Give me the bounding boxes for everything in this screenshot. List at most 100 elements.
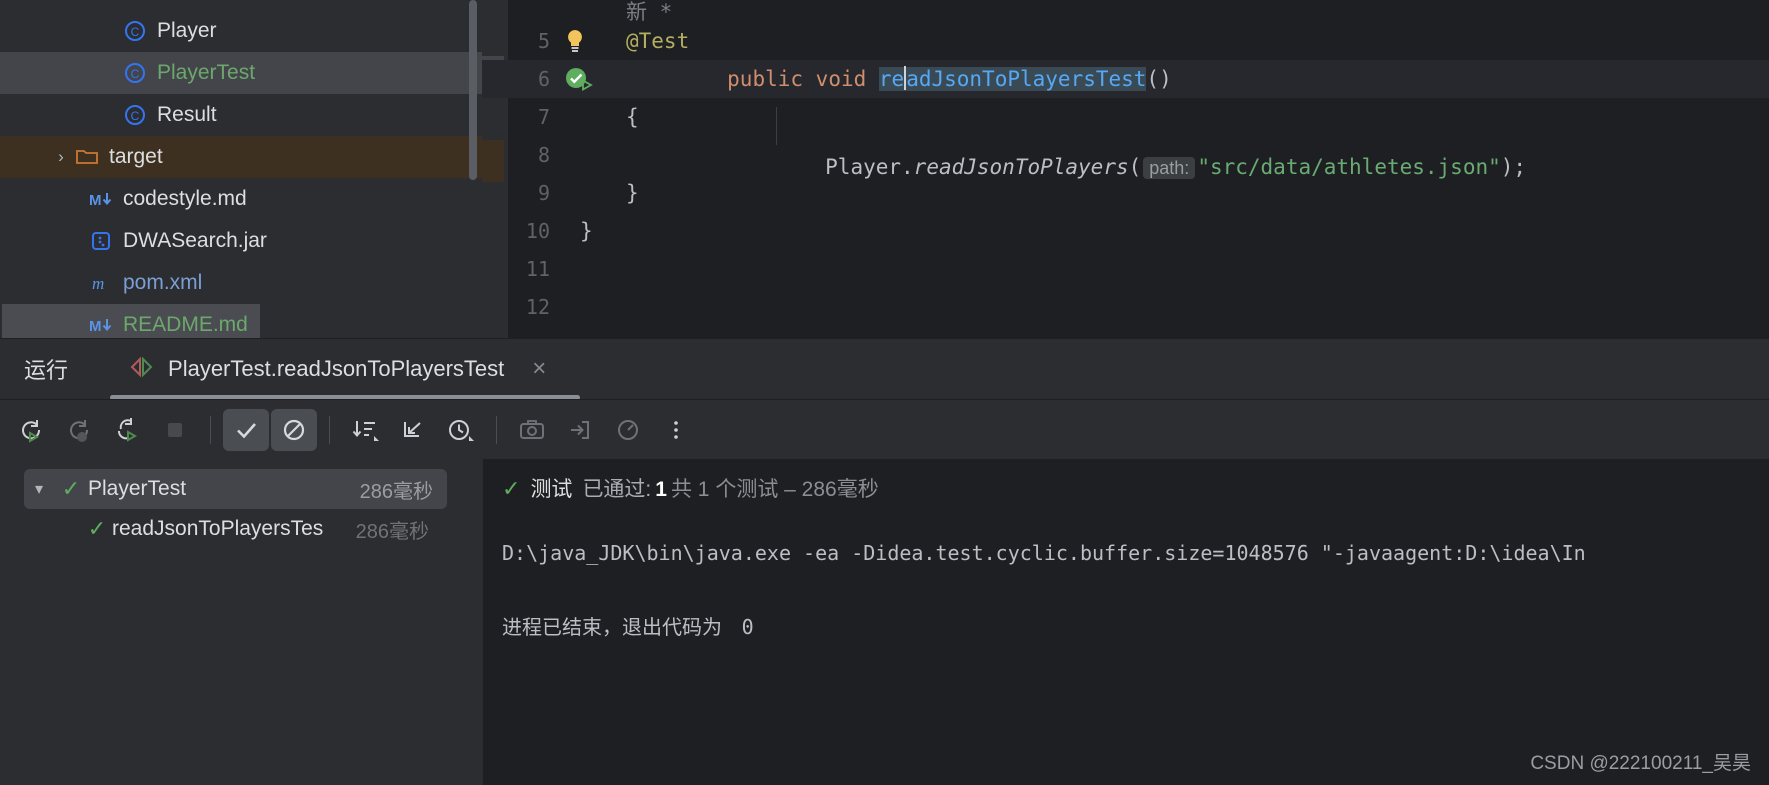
svg-text:m: m <box>92 274 104 293</box>
test-passed-icon: ✓ <box>61 476 81 501</box>
toolbar-separator <box>210 415 211 444</box>
test-passed-icon: ✓ <box>87 516 107 541</box>
status-passed-label: 已通过: <box>582 478 652 501</box>
status-rest: 共 1 个测试 – 286毫秒 <box>670 478 879 501</box>
lightbulb-icon[interactable] <box>558 22 626 60</box>
camera-icon[interactable] <box>509 409 555 451</box>
run-tool-window-header: 运行 PlayerTest.readJsonToPlayersTest × <box>0 339 1769 400</box>
test-row-readjsontoplayers[interactable]: ✓ readJsonToPlayersTes 286毫秒 <box>0 509 483 549</box>
gauge-icon[interactable] <box>605 409 651 451</box>
gutter-icon-slot <box>558 250 626 288</box>
tab-label: PlayerTest.readJsonToPlayersTest <box>168 356 505 381</box>
code-line-11: 11 <box>482 250 1769 288</box>
chevron-right-icon[interactable]: › <box>48 147 74 167</box>
run-toolbar <box>0 399 1769 459</box>
exit-code: 0 <box>741 615 754 639</box>
more-vertical-icon[interactable] <box>653 409 699 451</box>
test-row-playertest[interactable]: ▾ ✓ PlayerTest 286毫秒 <box>24 469 447 509</box>
test-name: PlayerTest <box>88 477 187 500</box>
svg-text:C: C <box>131 25 140 39</box>
tree-item-label: PlayerTest <box>157 61 256 84</box>
code-token-method-pre: re <box>878 66 905 91</box>
code-line-6: 6 public void readJsonToPlayersTest() <box>482 60 1769 98</box>
code-token: } <box>580 219 593 243</box>
rerun-failed-tests-button[interactable] <box>56 409 102 451</box>
console-exit-line: 进程已结束，退出代码为 0 <box>484 565 1769 640</box>
code-token-void: void <box>815 66 867 91</box>
tree-row-target[interactable]: › target <box>0 136 482 178</box>
tree-row-pom[interactable]: m pom.xml <box>0 262 482 304</box>
code-line-8: 8 Player.readJsonToPlayers(path: "src/dat… <box>482 107 1769 179</box>
tree-row-result[interactable]: C Result <box>0 94 482 136</box>
code-token-public: public <box>727 66 804 91</box>
code-line-12: 12 <box>482 288 1769 326</box>
show-ignored-button[interactable] <box>271 408 317 451</box>
line-number: 7 <box>537 105 550 129</box>
code-line: 新 * <box>482 0 1769 24</box>
tree-item-label: README.md <box>123 313 248 336</box>
line-number: 12 <box>525 295 550 319</box>
status-check-icon: ✓ <box>502 476 521 501</box>
maven-icon: m <box>88 270 114 296</box>
line-number: 8 <box>537 143 550 167</box>
line-number: 5 <box>537 29 550 53</box>
test-results-tree[interactable]: ▾ ✓ PlayerTest 286毫秒 ✓ readJsonToPlayers… <box>0 459 484 785</box>
console-output[interactable]: ✓ 测试 已通过: 1 共 1 个测试 – 286毫秒 D:\java_JDK\… <box>484 459 1769 785</box>
tree-item-label: DWASearch.jar <box>123 229 267 252</box>
show-passed-button[interactable] <box>223 408 269 451</box>
line-number: 9 <box>537 181 550 205</box>
gutter-icon-slot <box>558 288 626 326</box>
collapse-all-button[interactable] <box>390 409 436 451</box>
java-class-icon: C <box>122 18 148 44</box>
status-label: 测试 <box>530 478 573 501</box>
exit-text: 进程已结束，退出代码为 <box>502 617 722 639</box>
project-tree-panel[interactable]: C Player C PlayerTest C Result › target <box>0 0 482 338</box>
tree-item-label: target <box>109 145 163 168</box>
gutter-icon-slot <box>558 98 626 136</box>
code-line-10: 10 } <box>482 212 1769 250</box>
tree-row-readme[interactable]: M README.md <box>0 304 482 338</box>
tree-row-jar[interactable]: DWASearch.jar <box>0 220 482 262</box>
editor-area: C Player C PlayerTest C Result › target <box>0 0 1769 338</box>
line-number: 11 <box>525 257 550 281</box>
close-icon[interactable]: × <box>532 357 546 381</box>
run-configuration-icon <box>128 356 156 383</box>
tab-player-test[interactable]: PlayerTest.readJsonToPlayersTest × <box>128 339 546 399</box>
test-status-line: ✓ 测试 已通过: 1 共 1 个测试 – 286毫秒 <box>484 459 1769 503</box>
export-icon[interactable] <box>557 409 603 451</box>
code-token-method-post: adJsonToPlayersTest <box>906 66 1147 91</box>
line-number: 6 <box>537 67 550 91</box>
code-token: 新 * <box>626 0 673 24</box>
sort-by-duration-button[interactable] <box>342 409 388 451</box>
tree-item-label: Player <box>157 19 217 42</box>
toggle-auto-test-button[interactable] <box>104 409 150 451</box>
jar-icon <box>88 228 114 254</box>
text-caret <box>904 65 907 90</box>
gutter-icon-slot <box>558 174 626 212</box>
run-tool-window-title: 运行 <box>24 358 69 383</box>
tree-row-playertest[interactable]: C PlayerTest <box>0 52 482 94</box>
status-count: 1 <box>655 478 667 501</box>
tree-row-codestyle[interactable]: M codestyle.md <box>0 178 482 220</box>
stop-button[interactable] <box>152 409 198 451</box>
code-line-9: 9 } <box>482 174 1769 212</box>
test-duration: 286毫秒 <box>359 480 433 503</box>
clock-icon[interactable] <box>438 409 484 451</box>
markdown-icon: M <box>88 186 114 212</box>
run-test-gutter-icon[interactable] <box>558 60 626 98</box>
test-name: readJsonToPlayersTes <box>112 517 324 540</box>
rerun-button[interactable] <box>8 409 54 451</box>
java-class-icon: C <box>122 102 148 128</box>
folder-icon <box>74 144 100 170</box>
project-tree-scrollbar[interactable] <box>469 0 477 180</box>
chevron-down-icon[interactable]: ▾ <box>24 479 54 499</box>
tree-row[interactable]: C Player <box>0 10 482 52</box>
test-duration: 286毫秒 <box>355 520 429 543</box>
svg-text:M: M <box>89 192 102 209</box>
tree-item-label: Result <box>157 103 217 126</box>
console-command-line: D:\java_JDK\bin\java.exe -ea -Didea.test… <box>502 541 1586 565</box>
code-editor[interactable]: 新 * 5 @Test 6 public void readJsonToPlay… <box>482 0 1769 338</box>
indent-guide <box>776 107 777 145</box>
java-class-icon: C <box>122 60 148 86</box>
code-token: } <box>626 181 639 205</box>
